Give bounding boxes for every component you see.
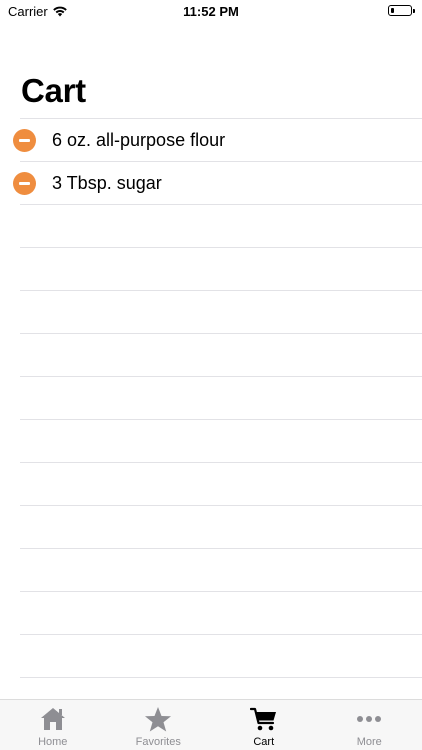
empty-row	[20, 462, 422, 505]
empty-row	[20, 591, 422, 634]
tab-home[interactable]: Home	[0, 700, 106, 750]
more-icon	[355, 706, 383, 737]
tab-label: More	[356, 736, 382, 748]
empty-row	[20, 505, 422, 548]
tab-bar: Home Favorites Cart More	[0, 699, 422, 750]
empty-row	[20, 419, 422, 462]
status-time: 11:52 PM	[183, 4, 239, 19]
tab-label: Cart	[253, 736, 275, 748]
tab-cart[interactable]: Cart	[211, 700, 317, 750]
page-title: Cart	[21, 72, 86, 109]
cart-item-label: 6 oz. all-purpose flour	[52, 130, 226, 150]
tab-more[interactable]: More	[317, 700, 422, 750]
cart-item-row[interactable]: 6 oz. all-purpose flour	[0, 118, 422, 161]
empty-row	[20, 204, 422, 247]
delete-minus-icon[interactable]	[13, 172, 36, 195]
empty-row	[20, 548, 422, 591]
empty-row	[20, 247, 422, 290]
empty-row	[20, 290, 422, 333]
cart-list: 6 oz. all-purpose flour 3 Tbsp. sugar	[0, 118, 422, 720]
cart-item-row[interactable]: 3 Tbsp. sugar	[0, 161, 422, 204]
delete-minus-icon[interactable]	[13, 129, 36, 152]
home-icon	[39, 706, 67, 737]
tab-favorites[interactable]: Favorites	[106, 700, 212, 750]
star-icon	[144, 706, 172, 738]
status-bar: Carrier 11:52 PM	[0, 0, 422, 24]
empty-row	[20, 634, 422, 677]
cart-item-label: 3 Tbsp. sugar	[52, 173, 162, 193]
cart-icon	[249, 706, 278, 738]
empty-row	[20, 333, 422, 376]
empty-row	[20, 376, 422, 419]
tab-label: Home	[38, 736, 68, 748]
tab-label: Favorites	[135, 736, 181, 748]
battery-icon	[388, 5, 415, 16]
